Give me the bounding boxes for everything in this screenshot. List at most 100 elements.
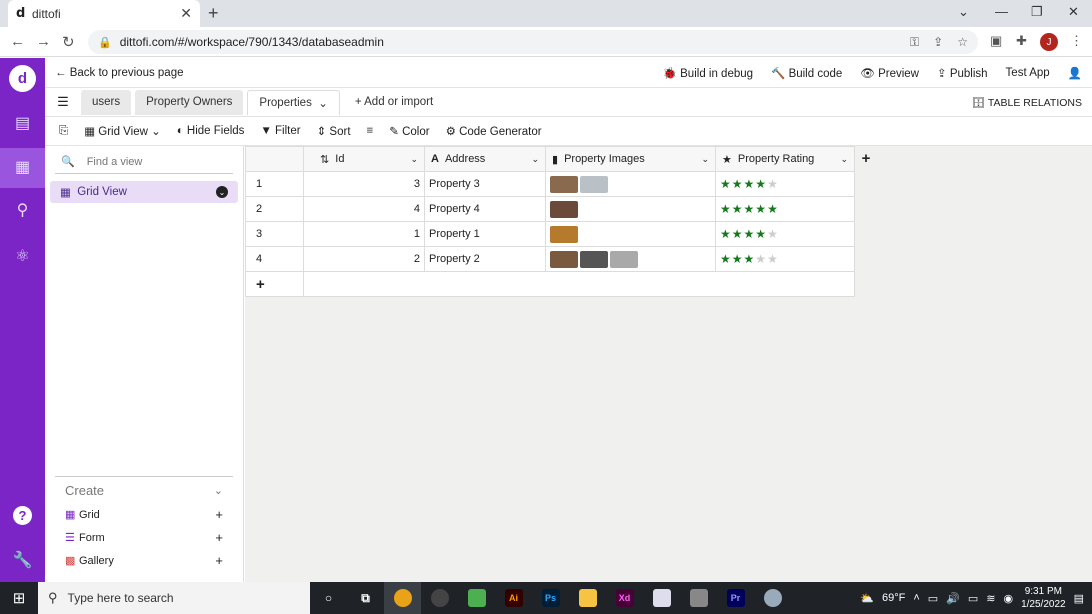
property-images-cell[interactable] (545, 246, 716, 272)
settings-wrench-icon[interactable]: 🔧 (0, 550, 45, 570)
weather-temp[interactable]: 69°F (882, 592, 905, 604)
star-filled-icon[interactable]: ★ (744, 177, 756, 191)
tab-property-owners[interactable]: Property Owners (135, 89, 244, 115)
id-cell[interactable]: 3 (303, 171, 425, 197)
chevron-down-icon[interactable]: ⌄ (701, 154, 709, 165)
toggle-sidebar-icon[interactable]: ⎘ (45, 125, 76, 138)
tab-users[interactable]: users (81, 89, 132, 115)
image-thumbnail[interactable] (550, 225, 578, 243)
image-thumbnail[interactable] (580, 175, 608, 193)
chevron-down-icon[interactable]: ⌄ (958, 4, 969, 20)
profile-avatar[interactable]: J (1040, 33, 1058, 51)
minimize-icon[interactable]: — (995, 4, 1008, 19)
url-text[interactable]: dittofi.com/#/workspace/790/1343/databas… (120, 35, 896, 49)
bookmark-star-icon[interactable]: ☆ (957, 35, 968, 49)
code-generator-button[interactable]: ⚙ Code Generator (438, 124, 550, 138)
hide-fields-button[interactable]: ◐ Hide Fields (169, 125, 253, 137)
chevron-down-icon[interactable]: ⌄ (410, 154, 418, 165)
new-tab-icon[interactable]: + (208, 3, 219, 24)
add-row-blank[interactable] (303, 271, 855, 297)
database-icon[interactable]: ▤ (0, 113, 45, 133)
star-filled-icon[interactable]: ★ (732, 177, 744, 191)
star-filled-icon[interactable]: ★ (732, 227, 744, 241)
close-window-icon[interactable]: ✕ (1068, 4, 1079, 20)
workflow-icon[interactable]: ⚛ (0, 246, 45, 266)
clock[interactable]: 9:31 PM 1/25/2022 (1021, 585, 1066, 611)
chevron-down-icon[interactable]: ⌄ (531, 154, 539, 165)
publish-button[interactable]: ⇪ Publish (937, 66, 988, 80)
taskbar-search[interactable]: ⚲ Type here to search (38, 582, 310, 614)
address-cell[interactable]: Property 3 (424, 171, 546, 197)
share-icon[interactable]: ⇪ (933, 35, 943, 49)
property-rating-cell[interactable]: ★★★★★ (715, 196, 855, 222)
rating-stars[interactable]: ★★★★★ (720, 177, 779, 191)
grid-view-dropdown[interactable]: ▦ Grid View ⌄ (76, 124, 169, 138)
rating-stars[interactable]: ★★★★★ (720, 252, 779, 266)
create-header[interactable]: Create ⌄ (55, 477, 233, 503)
color-button[interactable]: ✎ Color (381, 124, 437, 138)
meet-now-icon[interactable]: ▭ (928, 592, 938, 605)
address-cell[interactable]: Property 4 (424, 196, 546, 222)
dittofi-logo-icon[interactable]: d (9, 65, 36, 92)
plus-icon[interactable]: + (215, 553, 223, 568)
address-bar[interactable]: 🔒 dittofi.com/#/workspace/790/1343/datab… (88, 30, 978, 54)
star-filled-icon[interactable]: ★ (720, 252, 732, 266)
column-header-id[interactable]: ⇅ Id ⌄ (303, 146, 425, 172)
star-empty-icon[interactable]: ★ (755, 252, 767, 266)
plus-icon[interactable]: + (215, 507, 223, 522)
obs-icon[interactable] (421, 582, 458, 614)
photoshop-icon[interactable]: Ps (532, 582, 569, 614)
table-grid-icon[interactable]: ▦ (0, 148, 45, 188)
star-filled-icon[interactable]: ★ (732, 252, 744, 266)
address-cell[interactable]: Property 2 (424, 246, 546, 272)
table-row[interactable]: 2 4 Property 4 ★★★★★ (245, 196, 855, 222)
task-view-icon[interactable]: ⧉ (347, 582, 384, 614)
windows-start-icon[interactable]: ⊞ (0, 589, 38, 607)
build-code-button[interactable]: 🔨 Build code (771, 66, 842, 80)
view-item-grid-view[interactable]: ▦ Grid View ⌄ (50, 181, 238, 203)
property-images-cell[interactable] (545, 171, 716, 197)
calculator-icon[interactable] (680, 582, 717, 614)
chevron-down-icon[interactable]: ⌄ (216, 186, 228, 198)
rating-stars[interactable]: ★★★★★ (720, 202, 779, 216)
star-filled-icon[interactable]: ★ (744, 227, 756, 241)
close-tab-icon[interactable]: ✕ (180, 5, 192, 22)
restore-icon[interactable]: ❐ (1031, 4, 1043, 20)
table-relations-button[interactable]: 🗄 TABLE RELATIONS (972, 96, 1092, 109)
sort-button[interactable]: ⇕ Sort (309, 124, 359, 138)
user-icon[interactable]: 👤 (1068, 66, 1082, 80)
add-or-import-button[interactable]: + Add or import (344, 90, 444, 115)
row-height-icon[interactable]: ≡ (359, 125, 382, 137)
star-filled-icon[interactable]: ★ (755, 227, 767, 241)
create-form-row[interactable]: ☰ Form + (55, 526, 233, 549)
id-cell[interactable]: 4 (303, 196, 425, 222)
id-cell[interactable]: 2 (303, 246, 425, 272)
table-row[interactable]: 4 2 Property 2 ★★★★★ (245, 246, 855, 272)
build-in-debug-button[interactable]: 🐞 Build in debug (663, 66, 753, 80)
star-empty-icon[interactable]: ★ (767, 252, 779, 266)
plus-icon[interactable]: + (215, 530, 223, 545)
create-grid-row[interactable]: ▦ Grid + (55, 503, 233, 526)
browser-tab[interactable]: d dittofi ✕ (8, 0, 200, 27)
preview-button[interactable]: 👁 Preview (860, 66, 919, 80)
cortana-icon[interactable]: ○ (310, 582, 347, 614)
filter-button[interactable]: ▼ Filter (252, 125, 308, 137)
chevron-down-icon[interactable]: ⌄ (840, 154, 848, 165)
property-images-cell[interactable] (545, 221, 716, 247)
back-arrow-icon[interactable]: ← (10, 33, 25, 50)
shield-icon[interactable]: ◉ (1003, 592, 1013, 605)
star-filled-icon[interactable]: ★ (744, 202, 756, 216)
find-view-input[interactable] (86, 155, 217, 168)
image-thumbnail[interactable] (580, 250, 608, 268)
star-filled-icon[interactable]: ★ (732, 202, 744, 216)
premiere-icon[interactable]: Pr (717, 582, 754, 614)
notifications-icon[interactable]: ▤ (1074, 592, 1084, 605)
column-header-property-images[interactable]: ▮ Property Images ⌄ (545, 146, 716, 172)
star-empty-icon[interactable]: ★ (767, 177, 779, 191)
create-gallery-row[interactable]: ▩ Gallery + (55, 549, 233, 572)
hamburger-menu-icon[interactable]: ☰ (45, 94, 81, 110)
add-row-button[interactable]: + (245, 271, 304, 297)
forward-arrow-icon[interactable]: → (36, 33, 51, 50)
key-icon[interactable]: ⚿ (910, 35, 919, 50)
weather-icon[interactable]: ⛅ (860, 592, 874, 605)
